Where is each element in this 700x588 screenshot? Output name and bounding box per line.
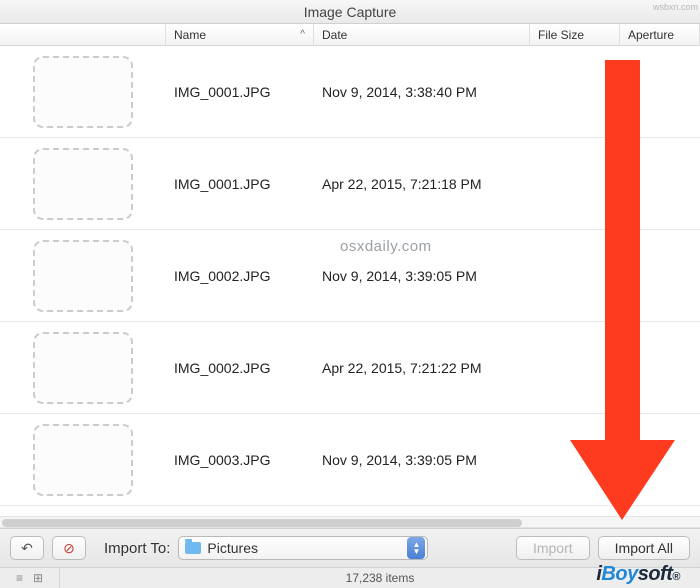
column-date[interactable]: Date bbox=[314, 24, 530, 45]
column-headers: Name ^ Date File Size Aperture bbox=[0, 24, 700, 46]
thumbnail-placeholder bbox=[33, 332, 133, 404]
status-bar: ≡ ⊞ 17,238 items bbox=[0, 568, 700, 588]
file-name: IMG_0002.JPG bbox=[166, 360, 314, 376]
file-date: Apr 22, 2015, 7:21:18 PM bbox=[314, 176, 530, 192]
horizontal-scrollbar[interactable] bbox=[0, 516, 700, 528]
dropdown-arrows-icon: ▲▼ bbox=[407, 537, 425, 559]
iboysoft-logo: iBoysoft® bbox=[596, 563, 680, 586]
file-date: Apr 22, 2015, 7:21:22 PM bbox=[314, 360, 530, 376]
file-name: IMG_0003.JPG bbox=[166, 452, 314, 468]
import-to-label: Import To: bbox=[104, 540, 170, 557]
table-row[interactable]: IMG_0002.JPG Nov 9, 2014, 3:39:05 PM bbox=[0, 230, 700, 322]
import-destination-value: Pictures bbox=[207, 540, 258, 556]
import-button[interactable]: Import bbox=[516, 536, 590, 560]
thumbnail-placeholder bbox=[33, 56, 133, 128]
file-date: Nov 9, 2014, 3:39:05 PM bbox=[314, 268, 530, 284]
file-name: IMG_0002.JPG bbox=[166, 268, 314, 284]
sort-indicator-icon: ^ bbox=[300, 29, 305, 40]
import-all-button[interactable]: Import All bbox=[598, 536, 690, 560]
thumbnail-placeholder bbox=[33, 240, 133, 312]
rotate-button[interactable]: ↶ bbox=[10, 536, 44, 560]
window-title: Image Capture bbox=[0, 0, 700, 24]
view-mode-toggle[interactable]: ≡ ⊞ bbox=[0, 568, 60, 588]
table-row[interactable]: IMG_0001.JPG Nov 9, 2014, 3:38:40 PM bbox=[0, 46, 700, 138]
file-list[interactable]: IMG_0001.JPG Nov 9, 2014, 3:38:40 PM IMG… bbox=[0, 46, 700, 516]
file-date: Nov 9, 2014, 3:38:40 PM bbox=[314, 84, 530, 100]
bottom-toolbar: ↶ ⊘ Import To: Pictures ▲▼ Import Import… bbox=[0, 528, 700, 568]
file-name: IMG_0001.JPG bbox=[166, 84, 314, 100]
thumbnail-placeholder bbox=[33, 148, 133, 220]
table-row[interactable]: IMG_0002.JPG Apr 22, 2015, 7:21:22 PM bbox=[0, 322, 700, 414]
scrollbar-thumb[interactable] bbox=[2, 519, 522, 527]
column-name[interactable]: Name ^ bbox=[166, 24, 314, 45]
delete-button[interactable]: ⊘ bbox=[52, 536, 86, 560]
folder-icon bbox=[185, 542, 201, 554]
corner-watermark: wsbxn.com bbox=[653, 2, 698, 12]
file-date: Nov 9, 2014, 3:39:05 PM bbox=[314, 452, 530, 468]
import-destination-select[interactable]: Pictures ▲▼ bbox=[178, 536, 428, 560]
grid-view-icon: ⊞ bbox=[33, 571, 43, 585]
column-aperture[interactable]: Aperture bbox=[620, 24, 700, 45]
table-row[interactable]: IMG_0001.JPG Apr 22, 2015, 7:21:18 PM bbox=[0, 138, 700, 230]
file-name: IMG_0001.JPG bbox=[166, 176, 314, 192]
list-view-icon: ≡ bbox=[16, 571, 23, 585]
column-thumbnail[interactable] bbox=[0, 24, 166, 45]
table-row[interactable]: IMG_0003.JPG Nov 9, 2014, 3:39:05 PM bbox=[0, 414, 700, 506]
thumbnail-placeholder bbox=[33, 424, 133, 496]
column-file-size[interactable]: File Size bbox=[530, 24, 620, 45]
column-name-label: Name bbox=[174, 28, 206, 42]
